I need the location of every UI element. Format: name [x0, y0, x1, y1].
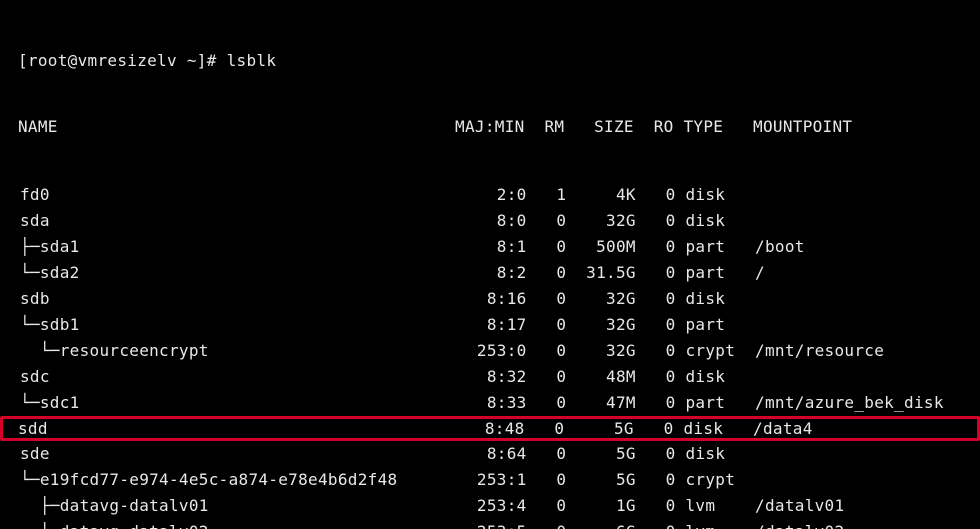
lsblk-row: └─sdb1 8:17 0 32G 0 part	[0, 312, 980, 338]
lsblk-row: ├─datavg-datalv02 253:5 0 6G 0 lvm /data…	[0, 519, 980, 529]
terminal-output: [root@vmresizelv ~]# lsblk NAME MAJ:MIN …	[0, 0, 980, 529]
lsblk-row: sda 8:0 0 32G 0 disk	[0, 208, 980, 234]
lsblk-row: sdc 8:32 0 48M 0 disk	[0, 364, 980, 390]
prompt-line: [root@vmresizelv ~]# lsblk	[0, 50, 980, 72]
lsblk-row: └─sda2 8:2 0 31.5G 0 part /	[0, 260, 980, 286]
lsblk-row: sdb 8:16 0 32G 0 disk	[0, 286, 980, 312]
lsblk-row: ├─datavg-datalv01 253:4 0 1G 0 lvm /data…	[0, 493, 980, 519]
lsblk-row: └─sdc1 8:33 0 47M 0 part /mnt/azure_bek_…	[0, 390, 980, 416]
lsblk-row: └─e19fcd77-e974-4e5c-a874-e78e4b6d2f48 2…	[0, 467, 980, 493]
lsblk-header: NAME MAJ:MIN RM SIZE RO TYPE MOUNTPOINT	[0, 116, 980, 138]
lsblk-row: sde 8:64 0 5G 0 disk	[0, 441, 980, 467]
lsblk-row: fd0 2:0 1 4K 0 disk	[0, 182, 980, 208]
lsblk-row: └─resourceencrypt 253:0 0 32G 0 crypt /m…	[0, 338, 980, 364]
lsblk-row: ├─sda1 8:1 0 500M 0 part /boot	[0, 234, 980, 260]
lsblk-row: sdd 8:48 0 5G 0 disk /data4	[0, 416, 980, 441]
